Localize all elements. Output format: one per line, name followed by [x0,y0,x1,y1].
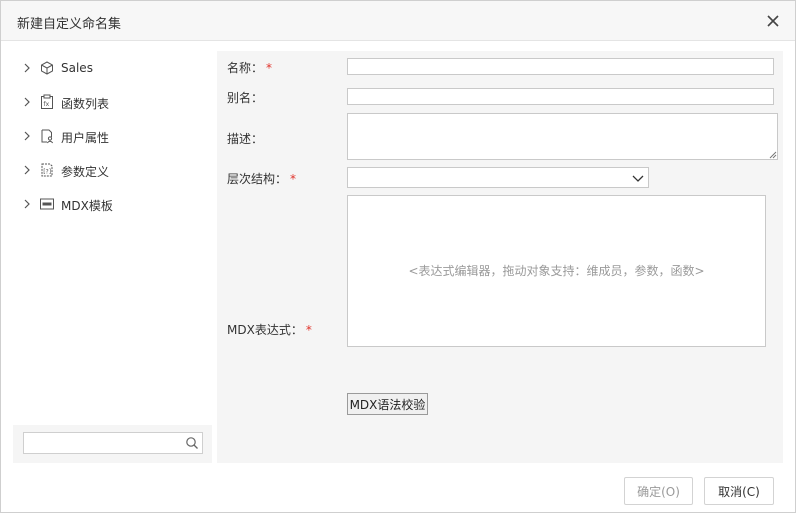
tree-item-label: MDX模板 [61,199,113,213]
close-icon[interactable] [763,11,783,31]
alias-label: 别名： [227,91,264,105]
object-tree-panel: Sales fx 函数列表 用户属性 [?] 参数定义 MDX模板 [13,51,212,463]
mdx-syntax-check-button[interactable]: MDX语法校验 [347,393,428,415]
editor-placeholder: <表达式编辑器，拖动对象支持：维成员，参数，函数> [408,264,705,278]
tree-search-bar [13,425,212,463]
parameter-icon: [?] [41,163,53,177]
description-label: 描述： [227,132,264,146]
tree-search-input[interactable] [23,432,203,454]
mdx-expression-label-text: MDX表达式： [227,323,303,337]
svg-text:fx: fx [44,101,50,108]
tree-item-label: Sales [61,61,93,75]
mdx-template-icon [40,198,54,210]
mdx-expression-editor[interactable]: <表达式编辑器，拖动对象支持：维成员，参数，函数> [347,195,766,347]
tree-item-label: 参数定义 [61,165,110,179]
name-label-text: 名称： [227,61,264,75]
description-textarea[interactable] [347,113,778,160]
hierarchy-label: 层次结构： * [227,170,296,187]
tree-item-function-list[interactable]: fx 函数列表 [13,92,212,114]
resize-grip-icon[interactable] [768,150,777,159]
tree-item-sales[interactable]: Sales [13,58,212,80]
hierarchy-select[interactable] [347,167,649,188]
search-icon[interactable] [185,436,199,450]
name-input[interactable] [347,58,774,75]
chevron-right-icon[interactable] [23,165,31,175]
tree-item-parameters[interactable]: [?] 参数定义 [13,160,212,182]
cancel-button[interactable]: 取消(C) [704,477,774,505]
chevron-right-icon[interactable] [23,97,31,107]
chevron-right-icon[interactable] [23,63,31,73]
tree-item-user-attributes[interactable]: 用户属性 [13,126,212,148]
required-mark: * [266,61,273,75]
tree-item-label: 用户属性 [61,131,110,145]
chevron-right-icon[interactable] [23,199,31,209]
tree-item-mdx-templates[interactable]: MDX模板 [13,194,212,216]
alias-input[interactable] [347,88,774,105]
dialog-titlebar: 新建自定义命名集 [1,1,795,41]
name-label: 名称： * [227,59,272,76]
required-mark: * [305,323,312,337]
svg-text:[?]: [?] [43,169,51,176]
chevron-right-icon[interactable] [23,131,31,141]
required-mark: * [290,172,297,186]
tree-item-label: 函数列表 [61,97,110,111]
user-attribute-icon [41,129,54,144]
dialog-title: 新建自定义命名集 [17,17,122,32]
hierarchy-label-text: 层次结构： [227,172,288,186]
function-list-icon: fx [41,94,53,109]
named-set-form: 名称： * 别名： 描述： 层次结构： * <表达式编辑器，拖动对象支持：维成员，参… [217,51,783,463]
chevron-down-icon[interactable] [632,173,644,183]
mdx-expression-label: MDX表达式： * [227,321,312,338]
ok-button[interactable]: 确定(O) [624,477,693,505]
new-custom-named-set-dialog: 新建自定义命名集 Sales fx 函数列表 用户属性 [?] 参数定义 MDX… [0,0,796,513]
cube-icon [41,61,53,75]
